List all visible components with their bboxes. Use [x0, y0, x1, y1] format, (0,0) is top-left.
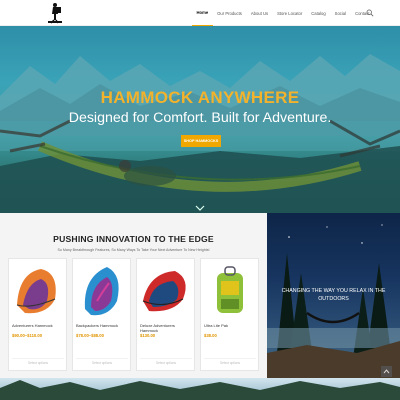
product-name[interactable]: Backpackers Hammock	[76, 323, 130, 328]
select-options-button[interactable]: Select options	[12, 358, 64, 366]
product-name[interactable]: Adventurers Hammock	[12, 323, 66, 328]
shop-hammocks-button[interactable]: SHOP HAMMOCKS	[181, 135, 221, 147]
product-name[interactable]: Ultra Lite Pak	[204, 323, 258, 328]
products-heading: PUSHING INNOVATION TO THE EDGE	[53, 234, 214, 244]
nav-catalog[interactable]: Catalog	[307, 0, 330, 26]
product-card[interactable]: Backpackers Hammock $78.00–$88.00 Select…	[72, 258, 131, 371]
nav-home[interactable]: Home	[192, 0, 213, 26]
search-icon[interactable]	[366, 9, 374, 17]
select-options-button[interactable]: Select options	[204, 358, 256, 366]
hiker-logo-icon[interactable]	[44, 2, 66, 24]
product-price: $130.00	[140, 333, 156, 338]
product-price: $38.00	[204, 333, 217, 338]
chevron-up-icon	[383, 369, 390, 374]
backpackers-hammock-image[interactable]	[75, 261, 128, 319]
hero-title: HAMMOCK ANYWHERE	[100, 88, 300, 107]
bottom-background-image	[0, 380, 400, 400]
chevron-down-icon[interactable]	[195, 205, 205, 211]
products-subheading: So Many Breakthrough Features, So Many W…	[57, 248, 210, 252]
nav-store-locator[interactable]: Store Locator	[273, 0, 307, 26]
product-card[interactable]: Deluxe Adventurers Hammock $130.00 Selec…	[136, 258, 195, 371]
select-options-button[interactable]: Select options	[140, 358, 192, 366]
products-section: PUSHING INNOVATION TO THE EDGE So Many B…	[0, 213, 267, 378]
main-nav: Home Our Products About Us Store Locator…	[192, 0, 374, 26]
product-card[interactable]: Ultra Lite Pak $38.00 Select options	[200, 258, 259, 371]
select-options-button[interactable]: Select options	[76, 358, 128, 366]
bottom-banner	[0, 378, 400, 400]
product-card[interactable]: Adventurers Hammock $90.00–$110.00 Selec…	[8, 258, 67, 371]
hero-subtitle: Designed for Comfort. Built for Adventur…	[68, 110, 332, 126]
nav-social[interactable]: Social	[330, 0, 350, 26]
nav-our-products[interactable]: Our Products	[213, 0, 247, 26]
promo-text: CHANGING THE WAY YOU RELAX IN THE OUTDOO…	[281, 288, 386, 302]
ultra-lite-pak-image[interactable]	[203, 261, 256, 319]
site-header: Home Our Products About Us Store Locator…	[0, 0, 400, 26]
product-price: $90.00–$110.00	[12, 333, 43, 338]
deluxe-adventurers-hammock-image[interactable]	[139, 261, 192, 319]
nav-about-us[interactable]: About Us	[246, 0, 272, 26]
adventurers-hammock-image[interactable]	[11, 261, 64, 319]
promo-banner[interactable]: CHANGING THE WAY YOU RELAX IN THE OUTDOO…	[267, 213, 400, 378]
product-name[interactable]: Deluxe Adventurers Hammock	[140, 323, 194, 333]
product-price: $78.00–$88.00	[76, 333, 104, 338]
hero-banner: HAMMOCK ANYWHERE Designed for Comfort. B…	[0, 26, 400, 213]
back-to-top-button[interactable]	[381, 366, 392, 377]
